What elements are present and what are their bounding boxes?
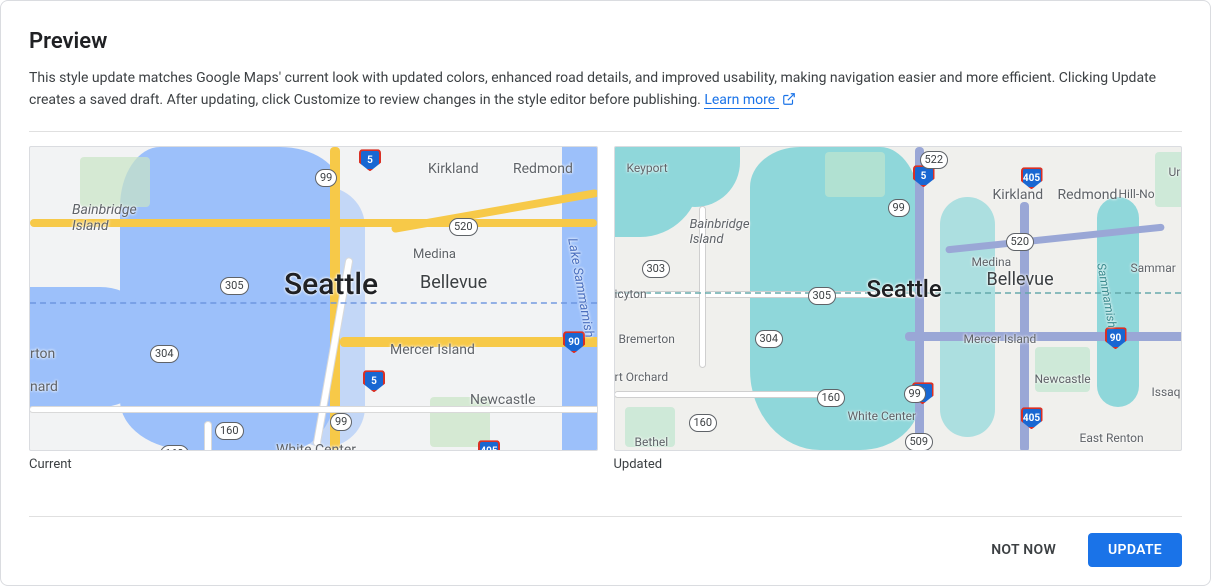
not-now-button[interactable]: NOT NOW	[971, 533, 1076, 567]
label-newcastle: Newcastle	[1035, 372, 1091, 386]
map-current-caption: Current	[29, 457, 598, 472]
map-current-column: 5 5 90 405 99 99 520 305 304 160 160 Sea…	[29, 146, 598, 472]
route-303: 303	[642, 260, 671, 277]
label-newcastle: Newcastle	[470, 392, 536, 408]
label-kirkland: Kirkland	[993, 187, 1044, 203]
label-bremerton: Bremerton	[619, 332, 675, 346]
label-mercer: Mercer Island	[964, 332, 1037, 346]
route-160: 160	[215, 422, 244, 439]
dialog-footer: NOT NOW UPDATE	[29, 516, 1182, 567]
route-99: 99	[330, 413, 352, 430]
maps-row: 5 5 90 405 99 99 520 305 304 160 160 Sea…	[29, 146, 1182, 472]
route-99: 99	[315, 169, 337, 186]
label-bellevue: Bellevue	[987, 269, 1054, 290]
label-eastrenton: East Renton	[1080, 431, 1144, 445]
label-seattle: Seattle	[867, 275, 942, 303]
label-bainbridge: Bainbridge Island	[690, 217, 750, 247]
learn-more-link[interactable]: Learn more	[704, 92, 778, 109]
external-link-icon	[782, 92, 796, 106]
dialog-title: Preview	[29, 29, 1182, 54]
shield-i405: 405	[478, 440, 500, 451]
route-160: 160	[689, 414, 718, 431]
route-520: 520	[449, 218, 478, 235]
label-bainbridge: Bainbridge Island	[72, 202, 137, 234]
route-160: 160	[817, 389, 846, 406]
ferry-route	[30, 302, 597, 304]
label-portorchard: rt Orchard	[615, 370, 669, 384]
map-updated-caption: Updated	[614, 457, 1183, 472]
label-bellevue: Bellevue	[420, 272, 487, 293]
route-305: 305	[220, 277, 249, 294]
map-current: 5 5 90 405 99 99 520 305 304 160 160 Sea…	[29, 146, 598, 451]
label-hillno: Hill-No	[1119, 187, 1155, 201]
route-304: 304	[755, 330, 784, 347]
label-medina: Medina	[413, 247, 456, 262]
route-304: 304	[150, 345, 179, 362]
route-160: 160	[160, 445, 189, 451]
route-99: 99	[888, 199, 910, 216]
label-ur: Ur	[1169, 165, 1181, 179]
map-updated-column: 5 5 90 405 405 522 99 99 520 305 304 303…	[614, 146, 1183, 472]
label-mercer: Mercer Island	[390, 342, 475, 358]
description-text: This style update matches Google Maps' c…	[29, 70, 1156, 108]
route-509: 509	[905, 433, 934, 450]
label-keyport: Keyport	[627, 161, 668, 175]
route-99: 99	[904, 385, 926, 402]
route-520: 520	[1006, 233, 1035, 250]
map-updated: 5 5 90 405 405 522 99 99 520 305 304 303…	[614, 146, 1183, 451]
label-rton: rton	[30, 346, 55, 362]
label-redmond: Redmond	[1058, 187, 1118, 203]
label-nard: nard	[30, 379, 58, 395]
label-medina: Medina	[972, 255, 1012, 269]
divider	[29, 131, 1182, 132]
label-issaq: Issaq	[1152, 385, 1181, 399]
learn-more-label: Learn more	[704, 92, 775, 108]
route-305: 305	[808, 287, 837, 304]
label-sammar: Sammar	[1131, 261, 1176, 275]
label-whitecenter: White Center	[276, 442, 356, 451]
shield-i5: 5	[359, 149, 381, 171]
label-seattle: Seattle	[284, 267, 378, 302]
preview-dialog: Preview This style update matches Google…	[0, 0, 1211, 586]
route-522: 522	[920, 151, 949, 168]
label-whitecenter: White Center	[848, 409, 917, 423]
label-bethel: Bethel	[635, 435, 669, 449]
dialog-description: This style update matches Google Maps' c…	[29, 68, 1182, 111]
label-redmond: Redmond	[513, 161, 573, 177]
label-icyton: icyton	[615, 287, 647, 301]
update-button[interactable]: UPDATE	[1088, 533, 1182, 567]
shield-i5: 5	[363, 370, 385, 392]
label-kirkland: Kirkland	[428, 161, 479, 177]
